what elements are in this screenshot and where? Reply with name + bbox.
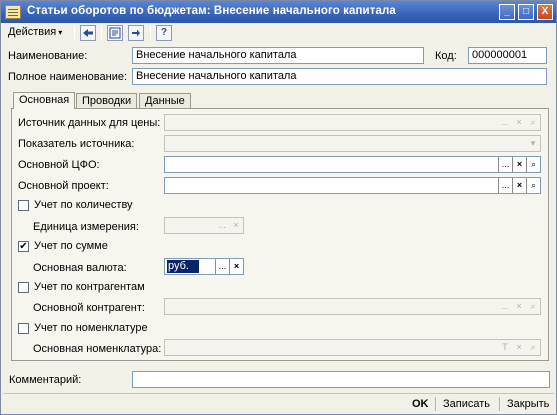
select-icon[interactable]: ...: [498, 299, 512, 314]
comment-label: Комментарий:: [9, 374, 82, 386]
contractor-label: Основной контрагент:: [33, 302, 145, 314]
project-label: Основной проект:: [18, 180, 109, 192]
select-icon[interactable]: ...: [498, 115, 512, 130]
contractor-field[interactable]: ... × ⌕: [164, 298, 541, 315]
type-icon[interactable]: T: [498, 340, 512, 355]
toolbar-separator: [150, 26, 151, 40]
sum-check-label: Учет по сумме: [34, 240, 108, 252]
cfo-label: Основной ЦФО:: [18, 159, 100, 171]
nomenclature-check-label: Учет по номенклатуре: [34, 322, 148, 334]
toolbar: Действия ▾ ?: [2, 24, 555, 42]
source-indicator-label: Показатель источника:: [18, 138, 135, 150]
contractor-check-label: Учет по контрагентам: [34, 281, 145, 293]
catalog-icon: [5, 5, 21, 19]
select-icon[interactable]: ...: [215, 259, 229, 274]
project-field[interactable]: ... × ⌕: [164, 177, 541, 194]
currency-value: руб.: [167, 260, 199, 273]
clear-icon[interactable]: ×: [512, 115, 526, 130]
structure-icon[interactable]: [107, 25, 123, 41]
refresh-icon[interactable]: [128, 25, 144, 41]
maximize-button[interactable]: □: [518, 4, 534, 20]
close-button[interactable]: Закрыть: [507, 398, 549, 410]
clear-icon[interactable]: ×: [512, 299, 526, 314]
form-window: Статьи оборотов по бюджетам: Внесение на…: [0, 0, 557, 415]
tab-main[interactable]: Основная: [13, 92, 76, 109]
clear-icon[interactable]: ×: [512, 340, 526, 355]
toolbar-separator: [101, 26, 102, 40]
unit-field[interactable]: ... ×: [164, 217, 244, 234]
code-label: Код:: [435, 50, 457, 62]
price-source-field[interactable]: ... × ⌕: [164, 114, 541, 131]
nomenclature-field[interactable]: T × ⌕: [164, 339, 541, 356]
unit-label: Единица измерения:: [33, 221, 139, 233]
qty-checkbox[interactable]: [18, 200, 29, 211]
select-icon[interactable]: ...: [498, 157, 512, 172]
open-icon[interactable]: ⌕: [526, 157, 540, 172]
footer-separator: [499, 397, 500, 411]
ok-button[interactable]: OK: [412, 398, 429, 410]
open-icon[interactable]: ⌕: [526, 115, 540, 130]
clear-icon[interactable]: ×: [512, 157, 526, 172]
price-source-label: Источник данных для цены:: [18, 117, 161, 129]
save-button[interactable]: Записать: [443, 398, 490, 410]
sum-checkbox[interactable]: ✔: [18, 241, 29, 252]
clear-icon[interactable]: ×: [229, 218, 243, 233]
currency-field[interactable]: руб. ... ×: [164, 258, 244, 275]
minimize-button[interactable]: _: [499, 4, 515, 20]
source-indicator-field[interactable]: ▾: [164, 135, 541, 152]
open-icon[interactable]: ⌕: [526, 299, 540, 314]
chevron-down-icon: ▾: [58, 28, 63, 37]
cfo-field[interactable]: ... × ⌕: [164, 156, 541, 173]
currency-label: Основная валюта:: [33, 262, 127, 274]
help-icon[interactable]: ?: [156, 25, 172, 41]
name-label: Наименование:: [8, 50, 88, 62]
fullname-label: Полное наименование:: [8, 71, 128, 83]
close-window-button[interactable]: X: [537, 4, 553, 20]
back-icon[interactable]: [80, 25, 96, 41]
contractor-checkbox[interactable]: [18, 282, 29, 293]
clear-icon[interactable]: ×: [229, 259, 243, 274]
code-value: 000000001: [472, 49, 528, 61]
qty-check-label: Учет по количеству: [34, 199, 133, 211]
name-value: Внесение начального капитала: [136, 49, 297, 61]
toolbar-separator: [74, 26, 75, 40]
nomenclature-label: Основная номенклатура:: [33, 343, 162, 355]
actions-menu-button[interactable]: Действия ▾: [5, 25, 65, 40]
footer-separator: [435, 397, 436, 411]
dropdown-icon[interactable]: ▾: [526, 136, 540, 151]
comment-field[interactable]: [132, 371, 550, 388]
open-icon[interactable]: ⌕: [526, 178, 540, 193]
code-field[interactable]: 000000001: [468, 47, 547, 64]
fullname-field[interactable]: Внесение начального капитала: [132, 68, 547, 85]
title-bar: Статьи оборотов по бюджетам: Внесение на…: [1, 1, 556, 23]
name-field[interactable]: Внесение начального капитала: [132, 47, 424, 64]
footer-divider: [3, 393, 554, 394]
tab-entries[interactable]: Проводки: [76, 93, 138, 108]
open-icon[interactable]: ⌕: [526, 340, 540, 355]
nomenclature-checkbox[interactable]: [18, 323, 29, 334]
actions-label: Действия: [8, 26, 57, 38]
select-icon[interactable]: ...: [215, 218, 229, 233]
clear-icon[interactable]: ×: [512, 178, 526, 193]
window-title: Статьи оборотов по бюджетам: Внесение на…: [27, 5, 396, 17]
fullname-value: Внесение начального капитала: [136, 70, 297, 82]
select-icon[interactable]: ...: [498, 178, 512, 193]
tab-data[interactable]: Данные: [139, 93, 191, 108]
